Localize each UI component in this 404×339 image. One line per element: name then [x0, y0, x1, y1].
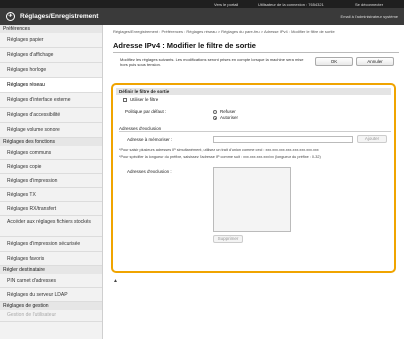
sidebar-item-tx[interactable]: Réglages TX: [0, 188, 102, 202]
sidebar-item-ldap[interactable]: Réglages du serveur LDAP: [0, 288, 102, 302]
sidebar-item-rx-transfer[interactable]: Réglages RX/transfert: [0, 202, 102, 216]
back-to-top-icon[interactable]: ▲: [113, 278, 118, 284]
delete-button[interactable]: Supprimer: [213, 235, 243, 243]
sidebar: Préférences Réglages papier Réglages d'a…: [0, 25, 103, 339]
add-button[interactable]: Ajouter: [357, 135, 387, 143]
logout-link[interactable]: Se déconnecter: [355, 2, 383, 7]
cancel-button[interactable]: Annuler: [356, 57, 394, 66]
address-to-save-label: Adresse à mémoriser :: [127, 137, 173, 142]
sidebar-section-destinations[interactable]: Régler destinataire: [0, 266, 102, 274]
sidebar-item-display[interactable]: Réglages d'affichage: [0, 48, 102, 63]
admin-mail-link[interactable]: Email à l'administrateur système: [341, 14, 398, 19]
page-title: Adresse IPv4 : Modifier le filtre de sor…: [113, 41, 256, 50]
default-policy-label: Politique par défaut :: [125, 109, 167, 114]
sidebar-item-paper[interactable]: Réglages papier: [0, 33, 102, 48]
sidebar-item-favorites[interactable]: Réglages favoris: [0, 252, 102, 266]
sidebar-section-functions[interactable]: Réglages des fonctions: [0, 138, 102, 146]
range-note: *Pour saisir plusieurs adresses IP simul…: [119, 148, 319, 152]
sidebar-item-stored-files[interactable]: Accéder aux réglages fichiers stockés: [0, 216, 102, 237]
exceptions-section-head: Adresses d'exclusion: [119, 125, 391, 132]
sidebar-item-common[interactable]: Réglages communs: [0, 146, 102, 160]
allow-label: Autoriser: [220, 115, 239, 120]
app-header: ✈ Réglages/Enregistrement Email à l'admi…: [0, 8, 404, 25]
sidebar-section-preferences[interactable]: Préférences: [0, 25, 102, 33]
sidebar-item-address-book-pin[interactable]: PIN carnet d'adresses: [0, 274, 102, 288]
sidebar-item-volume[interactable]: Réglage volume sonore: [0, 123, 102, 138]
output-filter-panel: Définir le filtre de sortie Utiliser le …: [111, 83, 396, 273]
login-user-text: Utilisateur de la connexion : 7654321: [258, 2, 324, 7]
portal-link[interactable]: Vers le portail: [214, 2, 238, 7]
sidebar-item-secure-print[interactable]: Réglages d'impression sécurisée: [0, 237, 102, 252]
sidebar-item-clock[interactable]: Réglages horloge: [0, 63, 102, 78]
ok-button[interactable]: OK: [315, 57, 353, 66]
main-content: Réglages/Enregistrement : Préférences : …: [103, 25, 404, 339]
address-input[interactable]: [213, 136, 353, 143]
title-divider: [113, 52, 399, 53]
app-title: Réglages/Enregistrement: [20, 13, 99, 20]
sidebar-item-external-interface[interactable]: Réglages d'interface externe: [0, 93, 102, 108]
app-logo-icon: ✈: [6, 12, 15, 21]
allow-radio[interactable]: [213, 116, 217, 120]
prefix-note: *Pour spécifier la longueur du préfixe, …: [119, 155, 321, 159]
refuse-radio[interactable]: [213, 110, 217, 114]
panel-title: Définir le filtre de sortie: [116, 88, 391, 95]
sidebar-item-print[interactable]: Réglages d'impression: [0, 174, 102, 188]
sidebar-item-user-management[interactable]: Gestion de l'utilisateur: [0, 310, 102, 322]
refuse-label: Refuser: [220, 109, 236, 114]
top-bar: Vers le portail Utilisateur de la connex…: [0, 0, 404, 8]
use-filter-label: Utiliser le filtre: [130, 97, 159, 102]
breadcrumb: Réglages/Enregistrement : Préférences : …: [113, 29, 335, 34]
sidebar-item-network[interactable]: Réglages réseau: [0, 78, 102, 93]
exclusion-address-list[interactable]: [213, 167, 291, 232]
sidebar-section-management[interactable]: Réglages de gestion: [0, 302, 102, 310]
exclusion-list-label: Adresses d'exclusion :: [127, 169, 172, 174]
sidebar-item-copy[interactable]: Réglages copie: [0, 160, 102, 174]
sidebar-item-accessibility[interactable]: Réglages d'accessibilité: [0, 108, 102, 123]
description-text: Modifiez les réglages suivants. Les modi…: [120, 57, 304, 67]
use-filter-checkbox[interactable]: [123, 98, 127, 102]
